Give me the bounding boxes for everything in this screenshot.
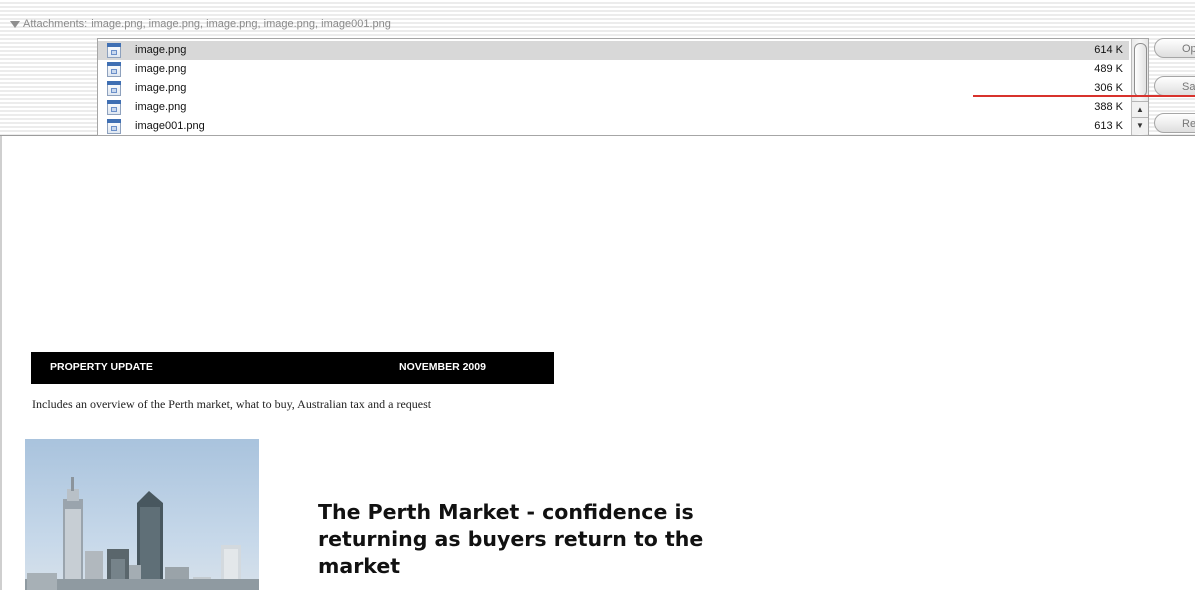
attachment-size: 614 K <box>1094 44 1123 56</box>
perth-skyline-image <box>25 439 259 590</box>
scroll-down-arrow-icon[interactable]: ▼ <box>1132 117 1148 134</box>
disclosure-triangle-icon[interactable] <box>10 21 20 28</box>
image-file-icon <box>107 119 121 134</box>
attachment-name: image.png <box>135 101 187 113</box>
attachment-name: image.png <box>135 44 187 56</box>
attachment-name: image001.png <box>135 120 205 132</box>
save-attachment-button[interactable]: Save <box>1154 76 1195 96</box>
banner-title: PROPERTY UPDATE <box>50 361 153 373</box>
banner-date: NOVEMBER 2009 <box>399 361 486 373</box>
open-attachment-button[interactable]: Open <box>1154 38 1195 58</box>
attachment-row[interactable]: image.png 388 K <box>98 98 1129 117</box>
attachments-header: Attachments: image.png, image.png, image… <box>0 0 1195 136</box>
image-file-icon <box>107 43 121 58</box>
attachments-summary[interactable]: Attachments: image.png, image.png, image… <box>10 18 391 30</box>
attachment-row[interactable]: image001.png 613 K <box>98 117 1129 135</box>
attachment-size: 489 K <box>1094 63 1123 75</box>
skyline-illustration <box>25 477 259 590</box>
newsletter-intro: Includes an overview of the Perth market… <box>32 397 432 411</box>
attachment-size: 306 K <box>1094 82 1123 94</box>
attachment-row[interactable]: image.png 614 K <box>98 41 1129 60</box>
annotation-line <box>973 95 1195 97</box>
attachments-label: Attachments: <box>23 18 88 30</box>
image-file-icon <box>107 100 121 115</box>
attachment-name: image.png <box>135 82 187 94</box>
attachment-size: 388 K <box>1094 101 1123 113</box>
attachment-size: 613 K <box>1094 120 1123 132</box>
attachment-row[interactable]: image.png 489 K <box>98 60 1129 79</box>
attachment-name: image.png <box>135 63 187 75</box>
scroll-up-arrow-icon[interactable]: ▲ <box>1132 101 1148 118</box>
newsletter-banner: PROPERTY UPDATE NOVEMBER 2009 <box>31 352 554 384</box>
scrollbar-thumb[interactable] <box>1134 43 1147 97</box>
article-headline: The Perth Market - confidence is returni… <box>318 500 704 578</box>
attachments-file-summary: image.png, image.png, image.png, image.p… <box>91 18 391 30</box>
attachments-list[interactable]: image.png 614 K image.png 489 K image.pn… <box>97 38 1149 136</box>
remove-attachment-button[interactable]: Remove <box>1154 113 1195 133</box>
attachments-scrollbar[interactable]: ▲ ▼ <box>1131 39 1148 135</box>
image-file-icon <box>107 81 121 96</box>
image-file-icon <box>107 62 121 77</box>
